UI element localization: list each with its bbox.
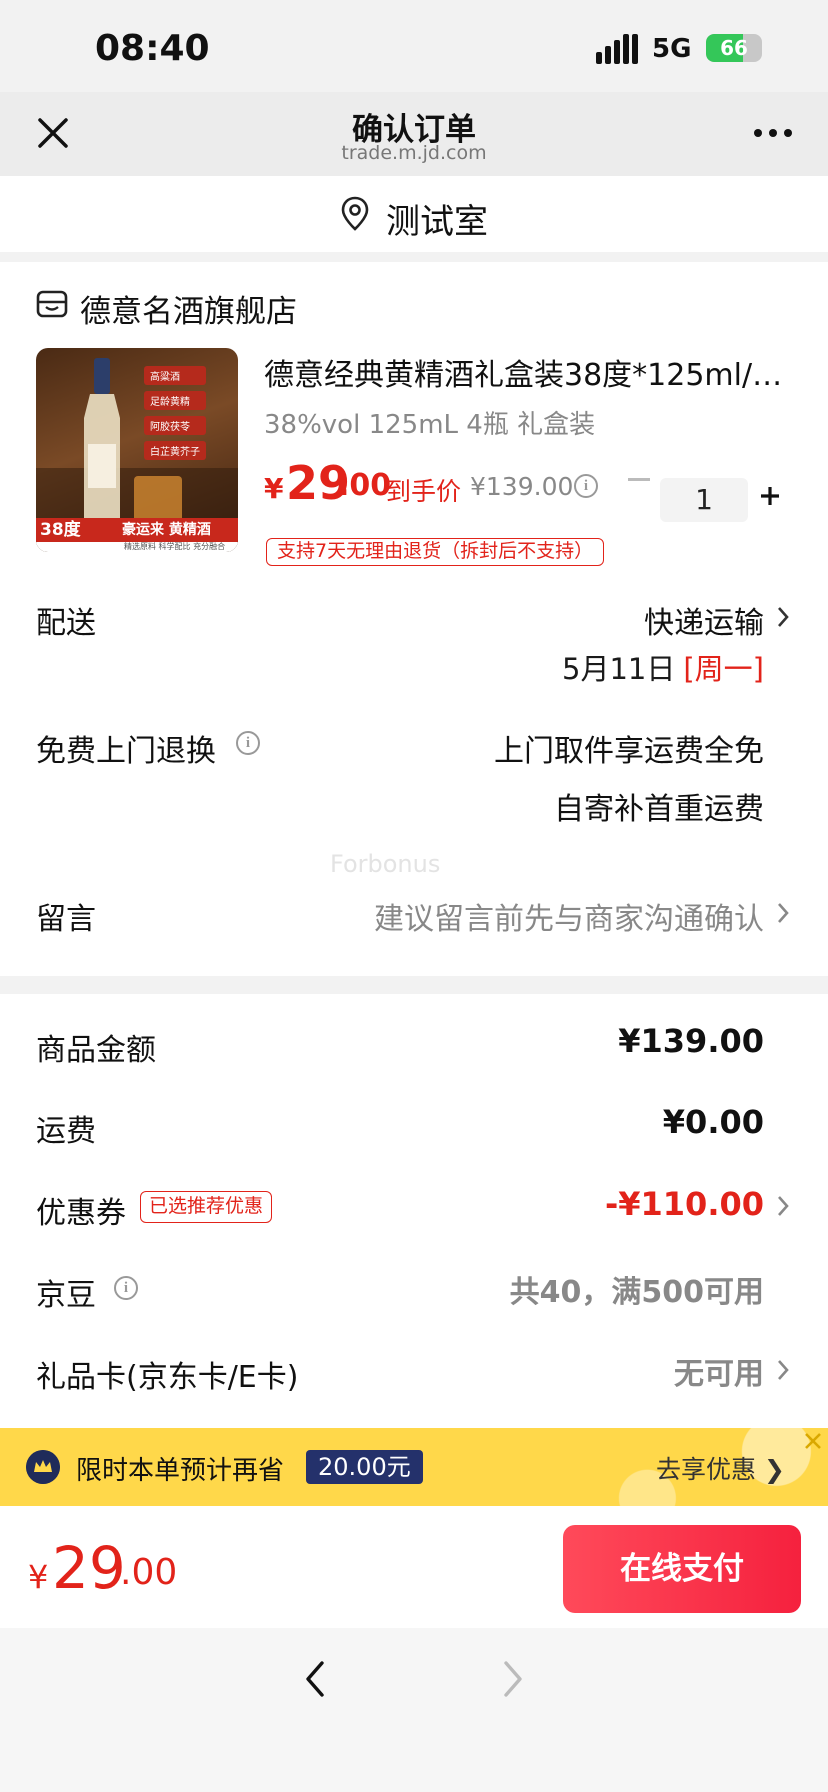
free-return-info-icon[interactable]: i [236, 731, 260, 755]
promo-link[interactable]: 去享优惠 ❯ [656, 1450, 785, 1486]
product-banner-text: 豪运来 黄精酒 [122, 522, 211, 538]
coupon-tag: 已选推荐优惠 [140, 1191, 273, 1223]
delivery-date-row: 5月11日 [周一] [562, 646, 764, 688]
free-return-label: 免费上门退换 [36, 734, 216, 769]
crown-icon [26, 1450, 60, 1484]
back-arrow-icon[interactable] [304, 1660, 326, 1698]
original-price: ¥139.00 [470, 472, 574, 501]
battery-percent: 66 [720, 36, 748, 60]
chevron-right-icon[interactable] [776, 1194, 790, 1218]
coupon-value[interactable]: -¥110.00 [605, 1185, 764, 1223]
shop-icon [36, 290, 68, 318]
product-title[interactable]: 德意经典黄精酒礼盒装38度*125ml/… [264, 350, 794, 394]
product-degree: 38度 [40, 520, 81, 540]
network-type: 5G [652, 34, 692, 64]
jingdou-info-icon[interactable]: i [114, 1276, 138, 1300]
product-spec: 38%vol 125mL 4瓶 礼盒装 [264, 410, 596, 440]
delivery-date: 5月11日 [562, 652, 676, 686]
product-footer-text: 精选原料 科学配比 充分融合 [124, 542, 226, 551]
page-domain: trade.m.jd.com [341, 142, 487, 164]
forward-arrow-icon[interactable] [502, 1660, 524, 1698]
free-return-line2: 自寄补首重运费 [554, 792, 764, 827]
shop-name[interactable]: 德意名酒旗舰店 [80, 286, 297, 331]
product-badge: 白芷黄芥子 [144, 441, 206, 460]
chevron-right-icon[interactable] [776, 605, 790, 629]
address-name[interactable]: 测试室 [386, 194, 488, 243]
price-symbol: ¥ [264, 472, 284, 505]
product-badge: 足龄黄精 [144, 391, 206, 410]
message-input[interactable]: 建议留言前先与商家沟通确认 [374, 894, 764, 938]
chevron-right-icon[interactable] [776, 901, 790, 925]
jingdou-value: 共40，满500可用 [509, 1275, 764, 1310]
quantity-input[interactable]: 1 [660, 478, 748, 522]
chevron-right-icon[interactable] [776, 1358, 790, 1382]
promo-close-icon[interactable] [802, 1430, 824, 1452]
browser-toolbar [0, 1628, 828, 1792]
price-decimal: .00 [338, 468, 392, 503]
return-policy-tag: 支持7天无理由退货（拆封后不支持） [266, 538, 605, 566]
final-price-label: 到手价 [386, 477, 462, 506]
message-label: 留言 [36, 902, 96, 937]
promo-text: 限时本单预计再省 [76, 1456, 285, 1486]
coupon-label: 优惠券 [36, 1196, 126, 1231]
product-badge: 阿胶茯苓 [144, 416, 206, 435]
total-decimal: .00 [120, 1552, 178, 1593]
promo-amount: 20.00元 [306, 1450, 423, 1484]
product-badges: 高粱酒 足龄黄精 阿胶茯苓 白芷黄芥子 [144, 366, 206, 460]
battery-icon: 66 [706, 34, 762, 62]
jingdou-label: 京豆 [36, 1278, 96, 1313]
shipping-value: ¥0.00 [662, 1103, 764, 1141]
quantity-increase-button[interactable] [760, 486, 780, 506]
signal-icon [596, 34, 638, 64]
watermark: Forbonus [330, 850, 441, 878]
free-return-line1: 上门取件享运费全免 [494, 734, 764, 769]
shipping-label: 运费 [36, 1114, 96, 1149]
section-divider [0, 976, 828, 994]
product-image[interactable]: 高粱酒 足龄黄精 阿胶茯苓 白芷黄芥子 38度 豪运来 黄精酒 精选原料 科学配… [36, 348, 238, 552]
more-icon[interactable] [752, 126, 794, 140]
total-integer: 29 [52, 1534, 126, 1602]
delivery-label: 配送 [36, 606, 96, 641]
pay-online-button[interactable]: 在线支付 [563, 1525, 801, 1613]
total-symbol: ¥ [28, 1558, 49, 1596]
gift-card-label: 礼品卡(京东卡/E卡) [36, 1360, 299, 1395]
goods-amount-label: 商品金额 [36, 1033, 156, 1068]
location-pin-icon [341, 196, 369, 231]
goods-amount-value: ¥139.00 [618, 1022, 764, 1060]
quantity-decrease-button[interactable] [628, 478, 650, 481]
gift-card-value[interactable]: 无可用 [674, 1349, 764, 1393]
delivery-method[interactable]: 快递运输 [644, 598, 764, 642]
product-badge: 高粱酒 [144, 366, 206, 385]
price-info-icon[interactable]: i [574, 474, 598, 498]
delivery-weekday: [周一] [683, 652, 764, 686]
status-time: 08:40 [95, 28, 210, 69]
